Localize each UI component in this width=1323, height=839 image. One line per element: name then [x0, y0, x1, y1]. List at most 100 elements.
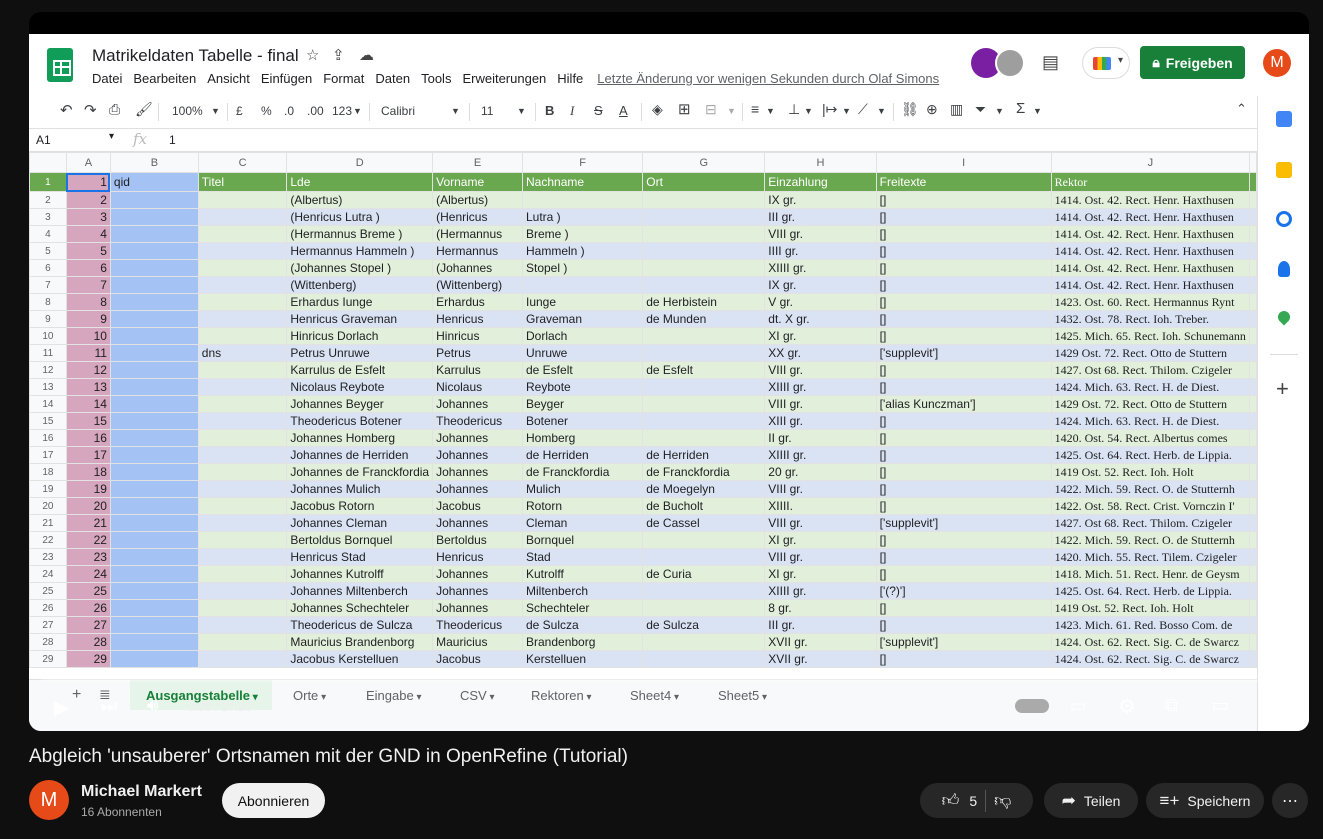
- cell[interactable]: [109, 259, 199, 277]
- cell[interactable]: [642, 531, 766, 549]
- miniplayer-icon[interactable]: ⧉: [1165, 695, 1178, 716]
- cell[interactable]: [197, 582, 288, 600]
- row-header[interactable]: 21: [29, 514, 67, 532]
- cell[interactable]: VIII gr.: [764, 395, 877, 413]
- fullscreen-icon[interactable]: ⛶: [1260, 693, 1274, 716]
- borders-icon[interactable]: ⊞: [678, 100, 691, 118]
- cell[interactable]: dns: [197, 344, 288, 362]
- cell[interactable]: [109, 429, 199, 447]
- cell[interactable]: [197, 531, 288, 549]
- cell[interactable]: [642, 208, 766, 226]
- cell[interactable]: de Herbistein: [642, 293, 766, 311]
- cell[interactable]: []: [875, 429, 1052, 447]
- cell[interactable]: de Cassel: [642, 514, 766, 532]
- cell[interactable]: Jacobus: [432, 650, 523, 668]
- cell[interactable]: [642, 582, 766, 600]
- link-icon[interactable]: ⛓︎: [901, 101, 919, 118]
- cell[interactable]: (Henricus Lutra ): [286, 208, 434, 226]
- cell[interactable]: (Hermannus: [432, 225, 523, 243]
- theater-mode-icon[interactable]: ▭: [1212, 695, 1229, 716]
- cell[interactable]: Jacobus: [432, 497, 523, 515]
- cell[interactable]: []: [875, 225, 1052, 243]
- cell[interactable]: [197, 361, 288, 379]
- cell[interactable]: de Curia: [642, 565, 766, 583]
- row-header[interactable]: 3: [29, 208, 67, 226]
- row-header[interactable]: 19: [29, 480, 67, 498]
- cell[interactable]: IX gr.: [764, 276, 877, 294]
- last-edit-link[interactable]: Letzte Änderung vor wenigen Sekunden dur…: [597, 71, 939, 86]
- share-button[interactable]: 🔒︎ Freigeben: [1140, 46, 1245, 79]
- cell[interactable]: de Sulcza: [521, 616, 644, 634]
- menu-item-ansicht[interactable]: Ansicht: [207, 71, 250, 86]
- cell[interactable]: Karrulus: [432, 361, 523, 379]
- cell[interactable]: []: [875, 599, 1052, 617]
- cell[interactable]: [642, 599, 766, 617]
- cell[interactable]: [109, 531, 199, 549]
- font-size-select[interactable]: 11: [481, 104, 493, 118]
- cell[interactable]: [109, 310, 199, 328]
- cell[interactable]: []: [875, 293, 1052, 311]
- cell[interactable]: VIII gr.: [764, 225, 877, 243]
- cell[interactable]: 13: [65, 378, 111, 396]
- cell[interactable]: []: [875, 497, 1052, 515]
- cell[interactable]: Brandenborg: [521, 633, 644, 651]
- chart-icon[interactable]: ▥: [950, 101, 963, 118]
- cell[interactable]: [197, 616, 288, 634]
- row-header[interactable]: 9: [29, 310, 67, 328]
- row-header[interactable]: 16: [29, 429, 67, 447]
- cell[interactable]: 1427. Ost 68. Rect. Thilom. Czigeler: [1050, 361, 1251, 379]
- cell[interactable]: 1424. Ost. 62. Rect. Sig. C. de Swarcz: [1050, 633, 1251, 651]
- redo-icon[interactable]: ↷: [84, 101, 97, 119]
- cell[interactable]: 20: [65, 497, 111, 515]
- menu-item-format[interactable]: Format: [323, 71, 364, 86]
- cell[interactable]: 1422. Mich. 59. Rect. O. de Stutternh: [1050, 531, 1251, 549]
- cell[interactable]: Johannes Beyger: [286, 395, 434, 413]
- cell[interactable]: [1249, 242, 1257, 260]
- cell[interactable]: 7: [65, 276, 111, 294]
- cell[interactable]: [642, 276, 766, 294]
- cell[interactable]: VIII gr.: [764, 480, 877, 498]
- cell[interactable]: Henricus: [432, 548, 523, 566]
- cell[interactable]: Rektor: [1050, 172, 1251, 192]
- cell[interactable]: Freitexte: [875, 172, 1052, 192]
- cell[interactable]: [197, 463, 288, 481]
- column-header[interactable]: G: [642, 152, 766, 173]
- cell[interactable]: 29: [65, 650, 111, 668]
- cell[interactable]: [197, 497, 288, 515]
- cell[interactable]: [642, 242, 766, 260]
- align-icon[interactable]: ≡: [751, 101, 759, 117]
- cell[interactable]: Mauricius Brandenborg: [286, 633, 434, 651]
- cell[interactable]: Johannes: [432, 582, 523, 600]
- cell[interactable]: [109, 361, 199, 379]
- cell[interactable]: Kutrolff: [521, 565, 644, 583]
- meet-button[interactable]: [1082, 47, 1130, 79]
- cell[interactable]: [1249, 293, 1257, 311]
- row-header[interactable]: 24: [29, 565, 67, 583]
- cell[interactable]: 1414. Ost. 42. Rect. Henr. Haxthusen: [1050, 191, 1251, 209]
- cell[interactable]: 19: [65, 480, 111, 498]
- menu-item-datei[interactable]: Datei: [92, 71, 122, 86]
- cell[interactable]: de Bucholt: [642, 497, 766, 515]
- cell[interactable]: [1249, 429, 1257, 447]
- cell[interactable]: Jacobus Rotorn: [286, 497, 434, 515]
- row-header[interactable]: 10: [29, 327, 67, 345]
- cell[interactable]: []: [875, 327, 1052, 345]
- row-header[interactable]: 11: [29, 344, 67, 362]
- cell[interactable]: 1422. Ost. 58. Rect. Crist. Vornczin I': [1050, 497, 1251, 515]
- cell[interactable]: 9: [65, 310, 111, 328]
- cell[interactable]: de Herriden: [642, 446, 766, 464]
- keep-icon[interactable]: [1276, 162, 1292, 178]
- cell[interactable]: XI gr.: [764, 565, 877, 583]
- cell[interactable]: [109, 378, 199, 396]
- cell[interactable]: [1249, 276, 1257, 294]
- row-header[interactable]: 1: [29, 172, 67, 192]
- cell[interactable]: [109, 293, 199, 311]
- cell[interactable]: 1: [65, 172, 111, 192]
- cell[interactable]: Henricus Stad: [286, 548, 434, 566]
- cell[interactable]: 24: [65, 565, 111, 583]
- cell[interactable]: de Franckfordia: [642, 463, 766, 481]
- cell[interactable]: 6: [65, 259, 111, 277]
- cell[interactable]: [1249, 412, 1257, 430]
- cell[interactable]: XIIII gr.: [764, 259, 877, 277]
- cell[interactable]: 1425. Ost. 64. Rect. Herb. de Lippia.: [1050, 582, 1251, 600]
